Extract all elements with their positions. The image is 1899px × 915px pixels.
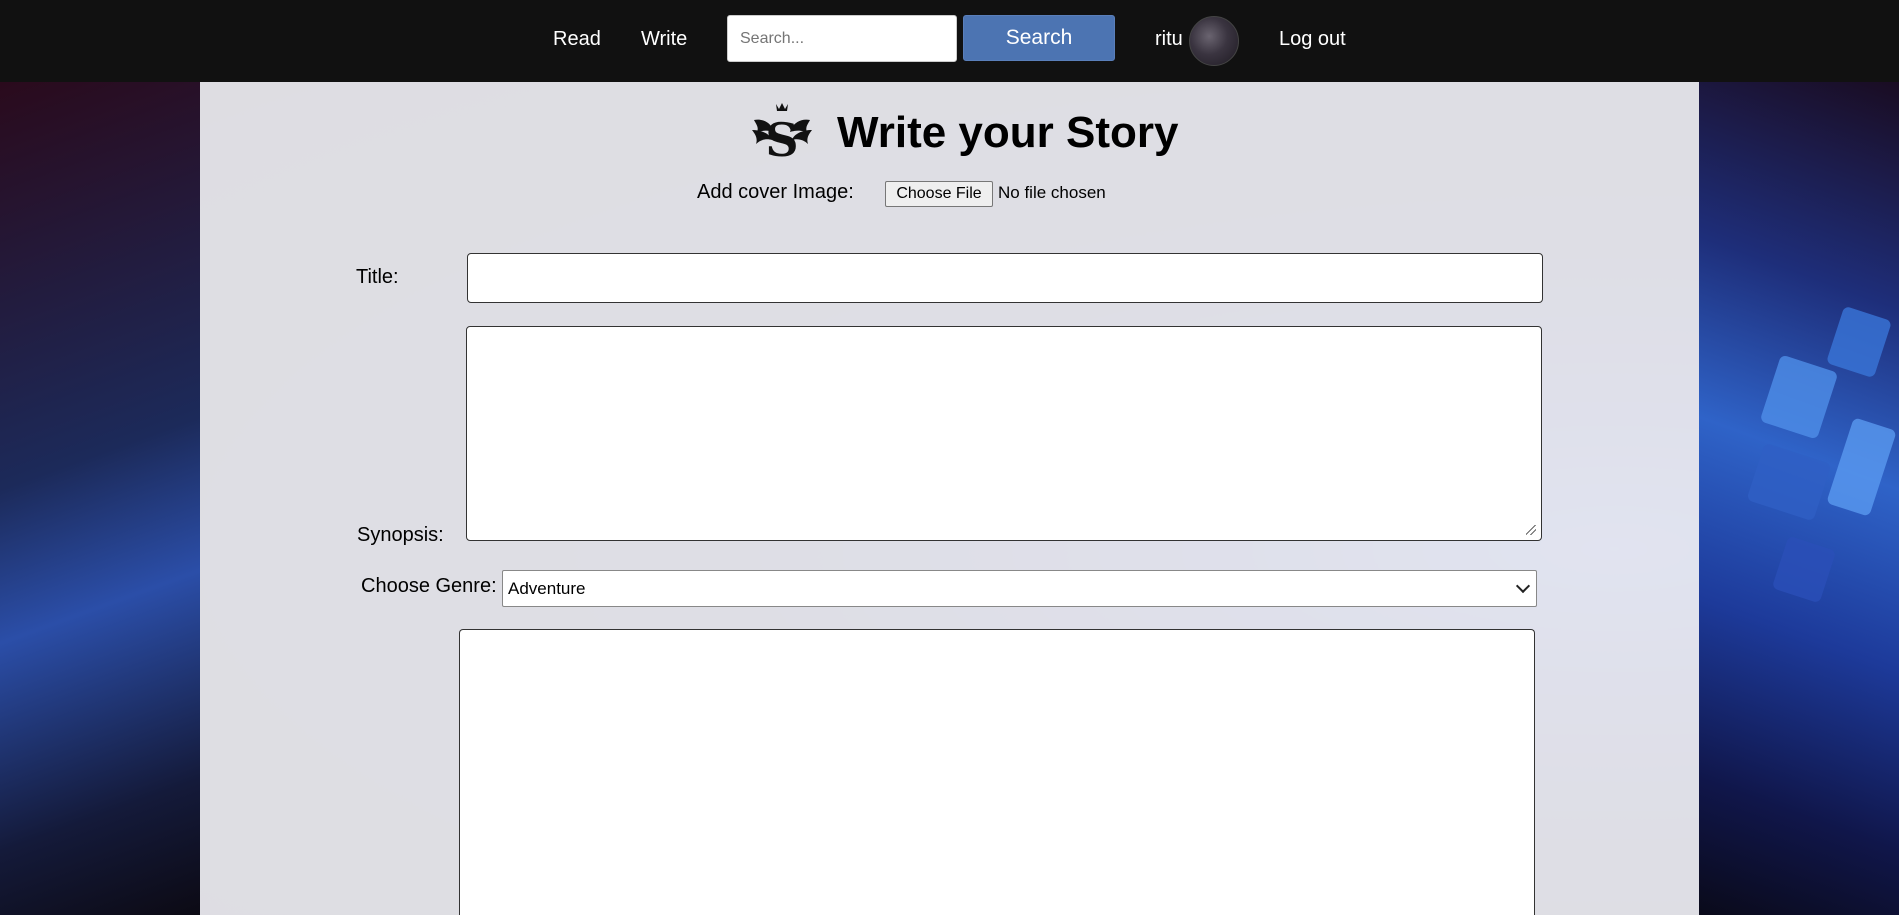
title-input[interactable] (467, 253, 1543, 303)
story-form-panel: S Write your Story Add cover Image: Choo… (200, 82, 1699, 915)
svg-text:S: S (765, 113, 798, 166)
synopsis-label: Synopsis: (357, 524, 444, 546)
genre-select[interactable]: Adventure (502, 570, 1537, 607)
genre-selected-value: Adventure (508, 579, 586, 598)
page-title: Write your Story (837, 108, 1179, 157)
top-navbar: Read Write Search ritu Log out (0, 0, 1899, 82)
logout-link[interactable]: Log out (1279, 27, 1346, 51)
background-left (0, 82, 200, 915)
nav-write-link[interactable]: Write (641, 27, 687, 51)
chevron-down-icon (1515, 578, 1531, 594)
search-button[interactable]: Search (963, 15, 1115, 61)
nav-read-link[interactable]: Read (553, 27, 601, 51)
title-label: Title: (356, 266, 399, 288)
synopsis-resize-grip[interactable] (1526, 525, 1536, 535)
file-status-text: No file chosen (998, 183, 1106, 202)
username-label[interactable]: ritu (1155, 27, 1183, 51)
choose-file-button[interactable]: Choose File (885, 181, 993, 207)
synopsis-textarea[interactable] (466, 326, 1542, 541)
avatar[interactable] (1189, 16, 1239, 66)
story-content-textarea[interactable] (459, 629, 1535, 915)
genre-label: Choose Genre: (361, 575, 497, 597)
winged-s-crest-logo-icon: S (752, 103, 812, 166)
cover-image-label: Add cover Image: (697, 181, 854, 203)
search-input[interactable] (727, 15, 957, 62)
background-right (1699, 82, 1899, 915)
